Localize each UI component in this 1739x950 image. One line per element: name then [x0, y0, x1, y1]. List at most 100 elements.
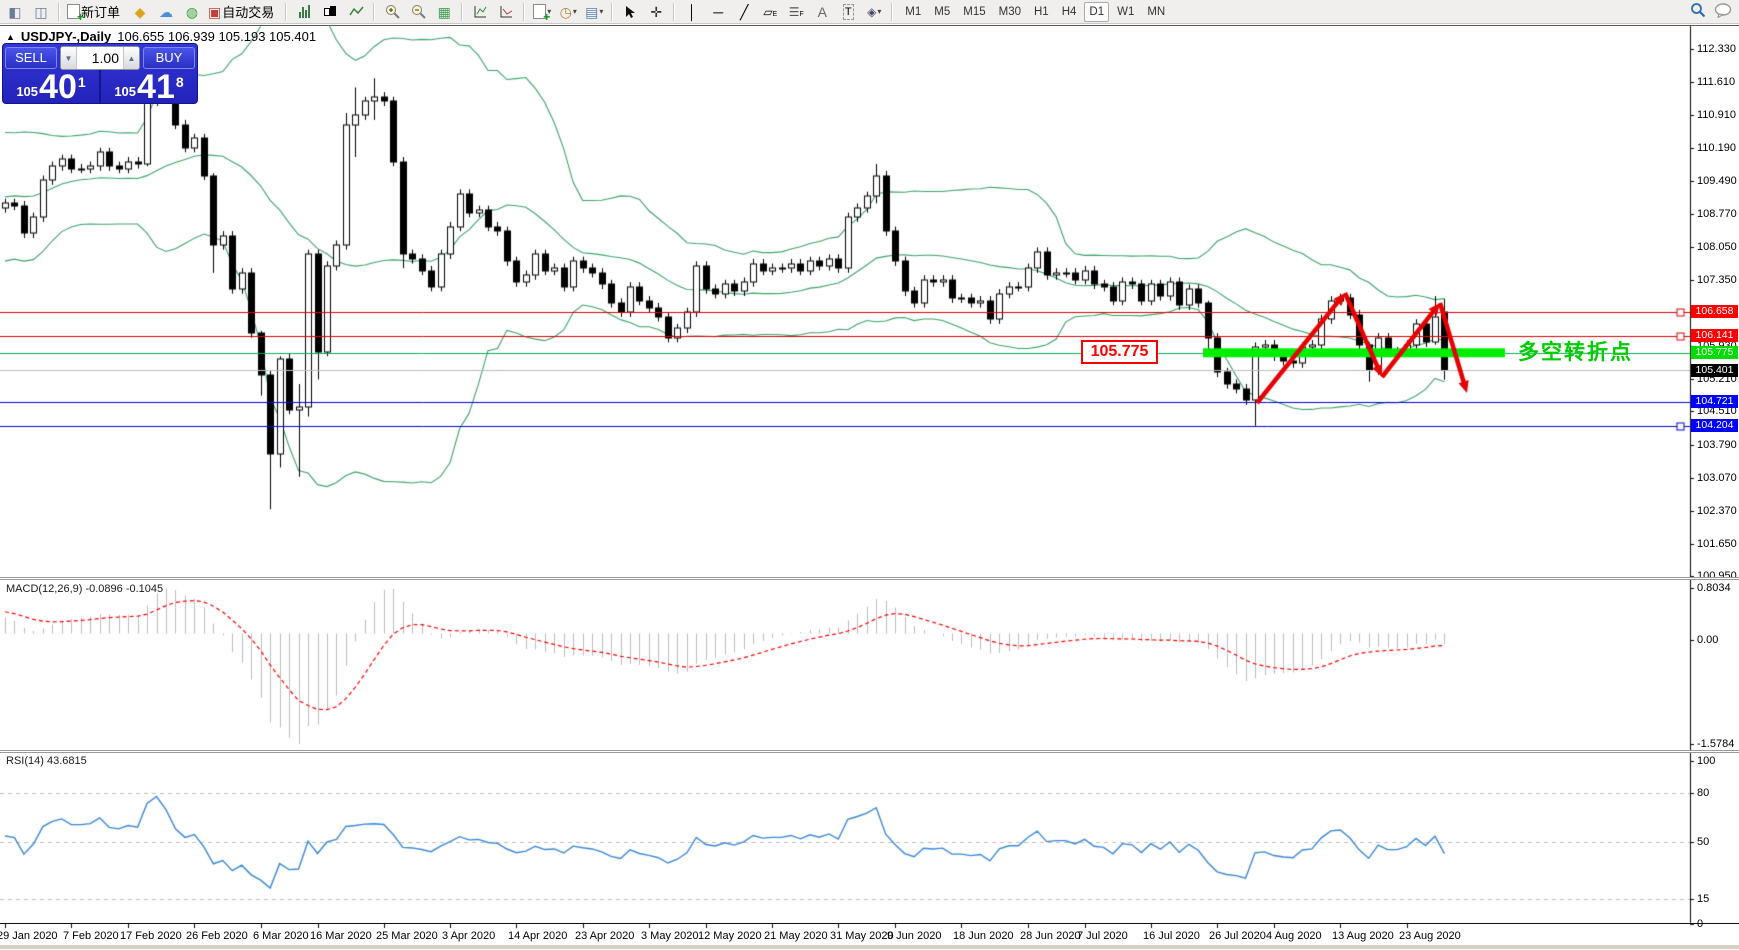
timeframe-button-D1[interactable]: D1 [1084, 1, 1110, 22]
price-axis-tick: 103.790 [1697, 439, 1737, 451]
date-axis-label: 7 Feb 2020 [63, 930, 119, 942]
date-axis-label: 21 May 2020 [764, 930, 828, 942]
chat-icon[interactable] [1714, 2, 1733, 18]
one-click-trading-panel: SELL ▼ ▲ BUY 105 40 1 105 41 8 [2, 43, 198, 104]
timeframe-button-H4[interactable]: H4 [1057, 2, 1082, 22]
price-axis-tick: 100.950 [1697, 570, 1737, 582]
top-toolbar: ◧ ◫ + 新订单 ◆ ☁ ◍ ▣ 自动交易 ▦ + ▾ ◷ ▾ ▤ ▾ ✛ │… [0, 0, 1739, 24]
period-dropdown[interactable]: ◷ ▾ [555, 1, 581, 23]
indicator-axis-tick: 100 [1697, 755, 1716, 767]
sell-price[interactable]: 105 40 1 [3, 70, 101, 104]
timeframe-button-M15[interactable]: M15 [958, 2, 990, 22]
toolbar-separator [58, 2, 60, 21]
timeframe-button-W1[interactable]: W1 [1112, 2, 1139, 22]
zoom-in-icon[interactable] [379, 1, 405, 23]
fibonacci-tool-icon[interactable]: ☰ F [783, 1, 809, 23]
timeframe-group: M1 M5 M15 M30 H1 H4 D1 W1 MN [900, 1, 1170, 22]
signals-icon[interactable]: ◍ [179, 1, 205, 23]
date-axis-label: 26 Jul 2020 [1209, 930, 1266, 942]
date-axis-label: 29 Jan 2020 [0, 930, 58, 942]
sound-alert-icon[interactable]: ◆ [127, 1, 153, 23]
sell-button[interactable]: SELL [5, 47, 57, 69]
volume-down-button[interactable]: ▼ [61, 47, 77, 69]
timeframe-button-MN[interactable]: MN [1142, 2, 1170, 22]
date-axis-label: 23 Apr 2020 [575, 930, 635, 942]
collapse-arrow-icon[interactable]: ▲ [6, 32, 15, 42]
line-chart-mode-icon[interactable] [343, 1, 369, 23]
text-tool-icon[interactable]: A [809, 1, 835, 23]
shapes-dropdown[interactable]: ◈ ▾ [861, 1, 887, 23]
indicator-add-icon[interactable] [493, 1, 519, 23]
new-chart-dropdown[interactable]: + ▾ [529, 1, 555, 23]
main-macd-separator[interactable] [0, 577, 1739, 580]
shapes-icon: ◈ [867, 4, 877, 19]
date-axis-label: 16 Jul 2020 [1143, 930, 1200, 942]
timeframe-button-M30[interactable]: M30 [994, 2, 1026, 22]
search-icon[interactable] [1690, 2, 1706, 18]
template-dropdown[interactable]: ▤ ▾ [581, 1, 607, 23]
indicator-axis-tick: 80 [1697, 787, 1710, 799]
tile-windows-icon[interactable]: ▦ [431, 1, 457, 23]
buy-price[interactable]: 105 41 8 [101, 70, 197, 104]
chart-canvas[interactable] [0, 0, 1739, 949]
indicator-axis-tick: 50 [1697, 836, 1710, 848]
price-axis-tick: 103.070 [1697, 472, 1737, 484]
date-axis-label: 3 May 2020 [641, 930, 699, 942]
channel-tool-icon[interactable]: ▱ E [757, 1, 783, 23]
volume-up-button[interactable]: ▲ [123, 47, 139, 69]
date-axis-label: 7 Jul 2020 [1077, 930, 1128, 942]
new-order-button[interactable]: + 新订单 [64, 1, 127, 23]
price-axis-tick: 109.490 [1697, 175, 1737, 187]
zoom-out-icon[interactable] [405, 1, 431, 23]
volume-input[interactable] [77, 47, 123, 69]
chart-title: ▲ USDJPY-,Daily 106.655 106.939 105.193 … [6, 29, 316, 44]
toolbar-separator [673, 2, 676, 21]
price-level-badge: 104.721 [1691, 395, 1738, 408]
candlestick-mode-icon[interactable] [317, 1, 343, 23]
volume-control: ▼ ▲ [60, 46, 140, 70]
date-axis-label: 12 May 2020 [698, 930, 762, 942]
trendline-tool-icon[interactable]: ╱ [731, 1, 757, 23]
indicator-axis-tick: -1.5784 [1697, 738, 1735, 750]
macd-rsi-separator[interactable] [0, 750, 1739, 753]
mql-community-icon[interactable]: ☁ [153, 1, 179, 23]
vertical-line-tool-icon[interactable]: │ [679, 1, 705, 23]
price-level-badge: 106.141 [1691, 329, 1738, 342]
indicator-window-icon[interactable] [467, 1, 493, 23]
price-level-badge: 105.775 [1691, 346, 1738, 359]
horizontal-line-tool-icon[interactable]: ─ [705, 1, 731, 23]
toolbar-separator [523, 2, 526, 21]
price-axis-tick: 110.910 [1697, 109, 1736, 121]
indicator-axis-tick: 0.8034 [1697, 582, 1731, 594]
timeframe-button-M1[interactable]: M1 [900, 2, 926, 22]
date-axis-label: 6 Mar 2020 [253, 930, 309, 942]
date-axis-label: 14 Apr 2020 [508, 930, 568, 942]
timeframe-button-H1[interactable]: H1 [1029, 2, 1054, 22]
toolbar-separator [285, 2, 288, 21]
panels-icon[interactable]: ◧ [2, 1, 28, 23]
price-level-badge: 105.401 [1691, 364, 1738, 377]
period-clock-icon: ◷ [559, 3, 572, 20]
rsi-pane-label: RSI(14) 43.6815 [6, 755, 87, 767]
auto-trading-button[interactable]: ▣ 自动交易 [205, 1, 281, 23]
date-axis-label: 23 Aug 2020 [1399, 930, 1461, 942]
text-label-tool-icon[interactable]: T [835, 1, 861, 23]
date-axis-label: 13 Aug 2020 [1332, 930, 1394, 942]
bar-chart-mode-icon[interactable] [291, 1, 317, 23]
price-axis-tick: 108.770 [1697, 208, 1737, 220]
template-icon: ▤ [585, 3, 599, 20]
ohlc-values: 106.655 106.939 105.193 105.401 [117, 29, 317, 44]
cursor-tool-icon[interactable] [617, 1, 643, 23]
indicator-axis-tick: 15 [1697, 893, 1710, 905]
price-level-badge: 106.658 [1691, 305, 1738, 318]
turning-point-annotation[interactable]: 多空转折点 [1518, 336, 1633, 366]
crosshair-tool-icon[interactable]: ✛ [643, 1, 669, 23]
new-order-label: 新订单 [81, 5, 121, 20]
price-axis-tick: 112.330 [1697, 43, 1736, 55]
buy-button[interactable]: BUY [143, 47, 195, 69]
price-callout-box[interactable]: 105.775 [1081, 340, 1158, 364]
timeframe-button-M5[interactable]: M5 [929, 2, 955, 22]
toolbar-separator [373, 2, 376, 21]
strategy-tester-icon[interactable]: ◫ [28, 1, 54, 23]
price-axis-tick: 111.610 [1697, 76, 1736, 88]
